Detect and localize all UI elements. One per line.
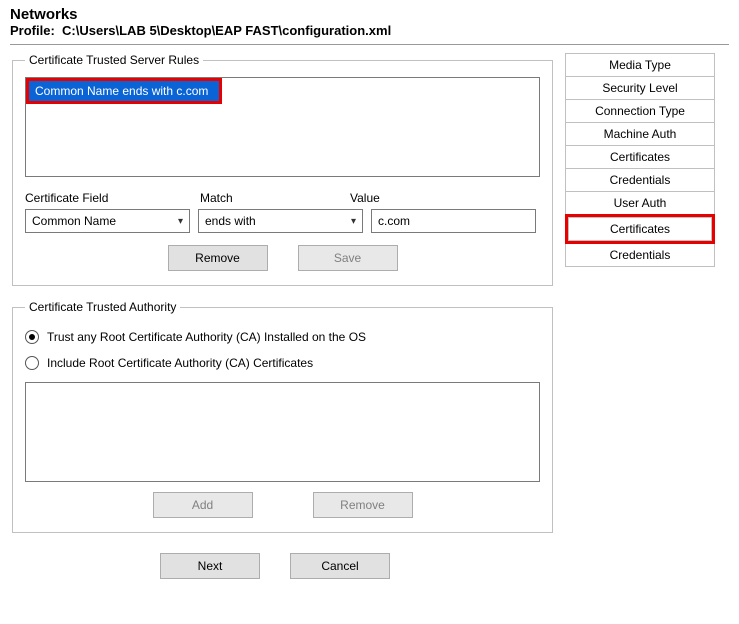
rule-item[interactable]: Common Name ends with c.com [29, 81, 219, 101]
match-select[interactable]: ends with ▾ [198, 209, 363, 233]
rule-highlight: Common Name ends with c.com [26, 78, 222, 104]
sidebar: Media Type Security Level Connection Typ… [565, 53, 715, 267]
sidebar-item-credentials-user[interactable]: Credentials [565, 244, 715, 267]
certificate-field-value: Common Name [32, 214, 116, 228]
sidebar-highlight: Certificates [565, 214, 715, 244]
sidebar-item-certificates-machine[interactable]: Certificates [565, 146, 715, 169]
cancel-button[interactable]: Cancel [290, 553, 390, 579]
profile-path: C:\Users\LAB 5\Desktop\EAP FAST\configur… [62, 23, 391, 38]
sidebar-item-credentials-machine[interactable]: Credentials [565, 169, 715, 192]
sidebar-item-media-type[interactable]: Media Type [565, 54, 715, 77]
radio-icon [25, 330, 39, 344]
remove-authority-button[interactable]: Remove [313, 492, 413, 518]
next-button[interactable]: Next [160, 553, 260, 579]
radio-include-label: Include Root Certificate Authority (CA) … [47, 356, 313, 370]
chevron-down-icon: ▾ [172, 216, 189, 227]
remove-rule-button[interactable]: Remove [168, 245, 268, 271]
authority-listbox[interactable] [25, 382, 540, 482]
value-label: Value [350, 191, 500, 205]
certificate-field-select[interactable]: Common Name ▾ [25, 209, 190, 233]
sidebar-item-security-level[interactable]: Security Level [565, 77, 715, 100]
profile-line: Profile: C:\Users\LAB 5\Desktop\EAP FAST… [10, 23, 729, 38]
sidebar-item-connection-type[interactable]: Connection Type [565, 100, 715, 123]
radio-trust-any-label: Trust any Root Certificate Authority (CA… [47, 330, 366, 344]
page-title: Networks [10, 6, 729, 23]
match-value: ends with [205, 214, 256, 228]
match-label: Match [200, 191, 350, 205]
rules-listbox[interactable]: Common Name ends with c.com [25, 77, 540, 177]
value-input[interactable] [371, 209, 536, 233]
radio-icon [25, 356, 39, 370]
separator [10, 44, 729, 45]
trusted-server-rules-legend: Certificate Trusted Server Rules [25, 53, 203, 67]
add-authority-button[interactable]: Add [153, 492, 253, 518]
trusted-authority-legend: Certificate Trusted Authority [25, 300, 180, 314]
trusted-server-rules-group: Certificate Trusted Server Rules Common … [12, 53, 553, 286]
radio-trust-any[interactable]: Trust any Root Certificate Authority (CA… [25, 330, 540, 344]
radio-include[interactable]: Include Root Certificate Authority (CA) … [25, 356, 540, 370]
certificate-field-label: Certificate Field [25, 191, 200, 205]
trusted-authority-group: Certificate Trusted Authority Trust any … [12, 300, 553, 533]
chevron-down-icon: ▾ [345, 216, 362, 227]
sidebar-item-certificates-user[interactable]: Certificates [568, 217, 712, 241]
profile-label: Profile: [10, 23, 55, 38]
sidebar-item-machine-auth[interactable]: Machine Auth [565, 123, 715, 146]
sidebar-item-user-auth[interactable]: User Auth [565, 192, 715, 215]
save-rule-button[interactable]: Save [298, 245, 398, 271]
